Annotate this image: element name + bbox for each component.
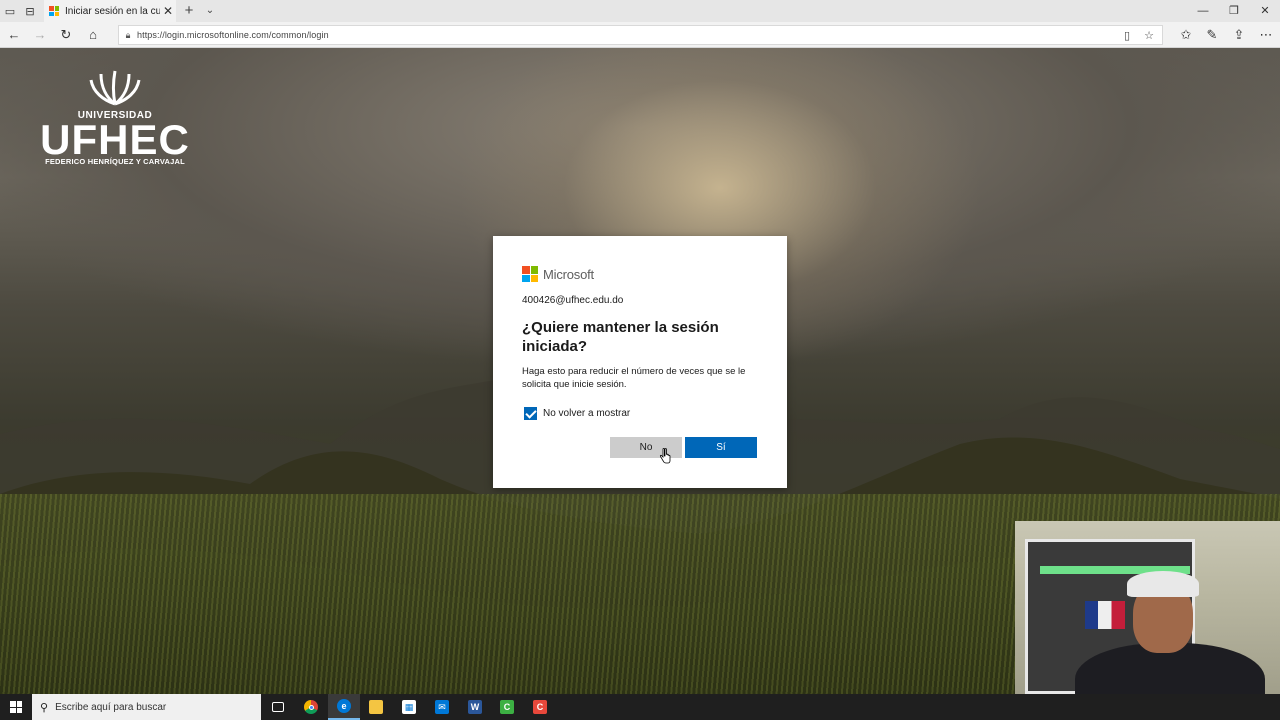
start-button[interactable] (0, 694, 32, 720)
store-icon[interactable]: ▦ (393, 694, 425, 720)
microsoft-logo-icon (522, 266, 538, 282)
url-text: https://login.microsoftonline.com/common… (137, 30, 329, 40)
favorites-hub-icon[interactable]: ✩ (1176, 26, 1196, 44)
task-view-icon[interactable] (262, 694, 294, 720)
minimize-icon[interactable]: — (1188, 0, 1218, 22)
stay-signed-in-dialog: Microsoft 400426@ufhec.edu.do ¿Quiere ma… (493, 236, 787, 488)
refresh-icon[interactable]: ↻ (56, 26, 76, 44)
tab-close-icon[interactable]: ✕ (160, 4, 176, 18)
camtasia-icon[interactable]: C (491, 694, 523, 720)
set-aside-tabs-icon[interactable]: ⊟ (20, 0, 40, 22)
logo-name: UFHEC (40, 116, 190, 163)
webcam-overlay (1015, 521, 1280, 710)
edge-icon[interactable]: e (328, 694, 360, 720)
home-icon[interactable]: ⌂ (83, 26, 103, 44)
webcam-person-cap (1127, 571, 1199, 597)
close-window-icon[interactable]: ✕ (1250, 0, 1280, 22)
tab-actions-icon[interactable]: ▭ (0, 0, 20, 22)
forward-icon[interactable]: → (30, 26, 50, 44)
search-placeholder: Escribe aquí para buscar (55, 701, 167, 713)
mail-icon[interactable]: ✉ (426, 694, 458, 720)
more-menu-icon[interactable]: ⋯ (1256, 26, 1276, 44)
browser-navbar: ← → ↻ ⌂ 🔒︎ https://login.microsoftonline… (0, 22, 1280, 48)
dialog-heading: ¿Quiere mantener la sesión iniciada? (522, 319, 719, 355)
ufhec-logo: UNIVERSIDAD UFHEC FEDERICO HENRÍQUEZ Y C… (40, 70, 190, 170)
new-tab-icon[interactable]: + (181, 2, 197, 20)
dialog-description: Haga esto para reducir el número de vece… (522, 366, 746, 390)
windows-taskbar: ⚲ Escribe aquí para buscar e ▦ ✉ W C C (0, 694, 1280, 720)
microsoft-brand: Microsoft (522, 266, 594, 282)
address-bar[interactable]: 🔒︎ https://login.microsoftonline.com/com… (118, 25, 1163, 45)
microsoft-favicon-icon (49, 6, 59, 16)
file-explorer-icon[interactable] (360, 694, 392, 720)
dont-show-again-option[interactable]: No volver a mostrar (524, 407, 630, 420)
logo-subtitle: FEDERICO HENRÍQUEZ Y CARVAJAL (45, 157, 185, 166)
word-icon[interactable]: W (459, 694, 491, 720)
favorite-star-icon[interactable]: ☆ (1141, 28, 1157, 44)
dont-show-again-checkbox[interactable] (524, 407, 537, 420)
reading-view-icon[interactable]: ▯ (1119, 28, 1135, 44)
account-email: 400426@ufhec.edu.do (522, 295, 624, 306)
no-button[interactable]: No (610, 437, 682, 458)
dont-show-again-label[interactable]: No volver a mostrar (543, 408, 630, 419)
microsoft-wordmark: Microsoft (543, 266, 594, 282)
windows-logo-icon (10, 701, 22, 713)
share-icon[interactable]: ⇪ (1229, 26, 1249, 44)
taskbar-search[interactable]: ⚲ Escribe aquí para buscar (32, 694, 261, 720)
camtasia-recorder-icon[interactable]: C (524, 694, 556, 720)
back-icon[interactable]: ← (4, 26, 24, 44)
browser-tab[interactable]: Iniciar sesión en la cuen ✕ (44, 0, 176, 22)
hand-cursor-icon (659, 448, 671, 464)
ufhec-emblem-icon (89, 70, 141, 106)
yes-button[interactable]: Sí (685, 437, 757, 458)
search-icon: ⚲ (40, 701, 49, 714)
restore-icon[interactable]: ❐ (1219, 0, 1249, 22)
webcam-flag (1085, 601, 1125, 629)
tab-title: Iniciar sesión en la cuen (65, 5, 160, 17)
lock-icon: 🔒︎ (125, 29, 131, 40)
chrome-icon[interactable] (295, 694, 327, 720)
tab-menu-chevron-icon[interactable]: ⌄ (203, 3, 217, 19)
web-note-icon[interactable]: ✎ (1202, 26, 1222, 44)
